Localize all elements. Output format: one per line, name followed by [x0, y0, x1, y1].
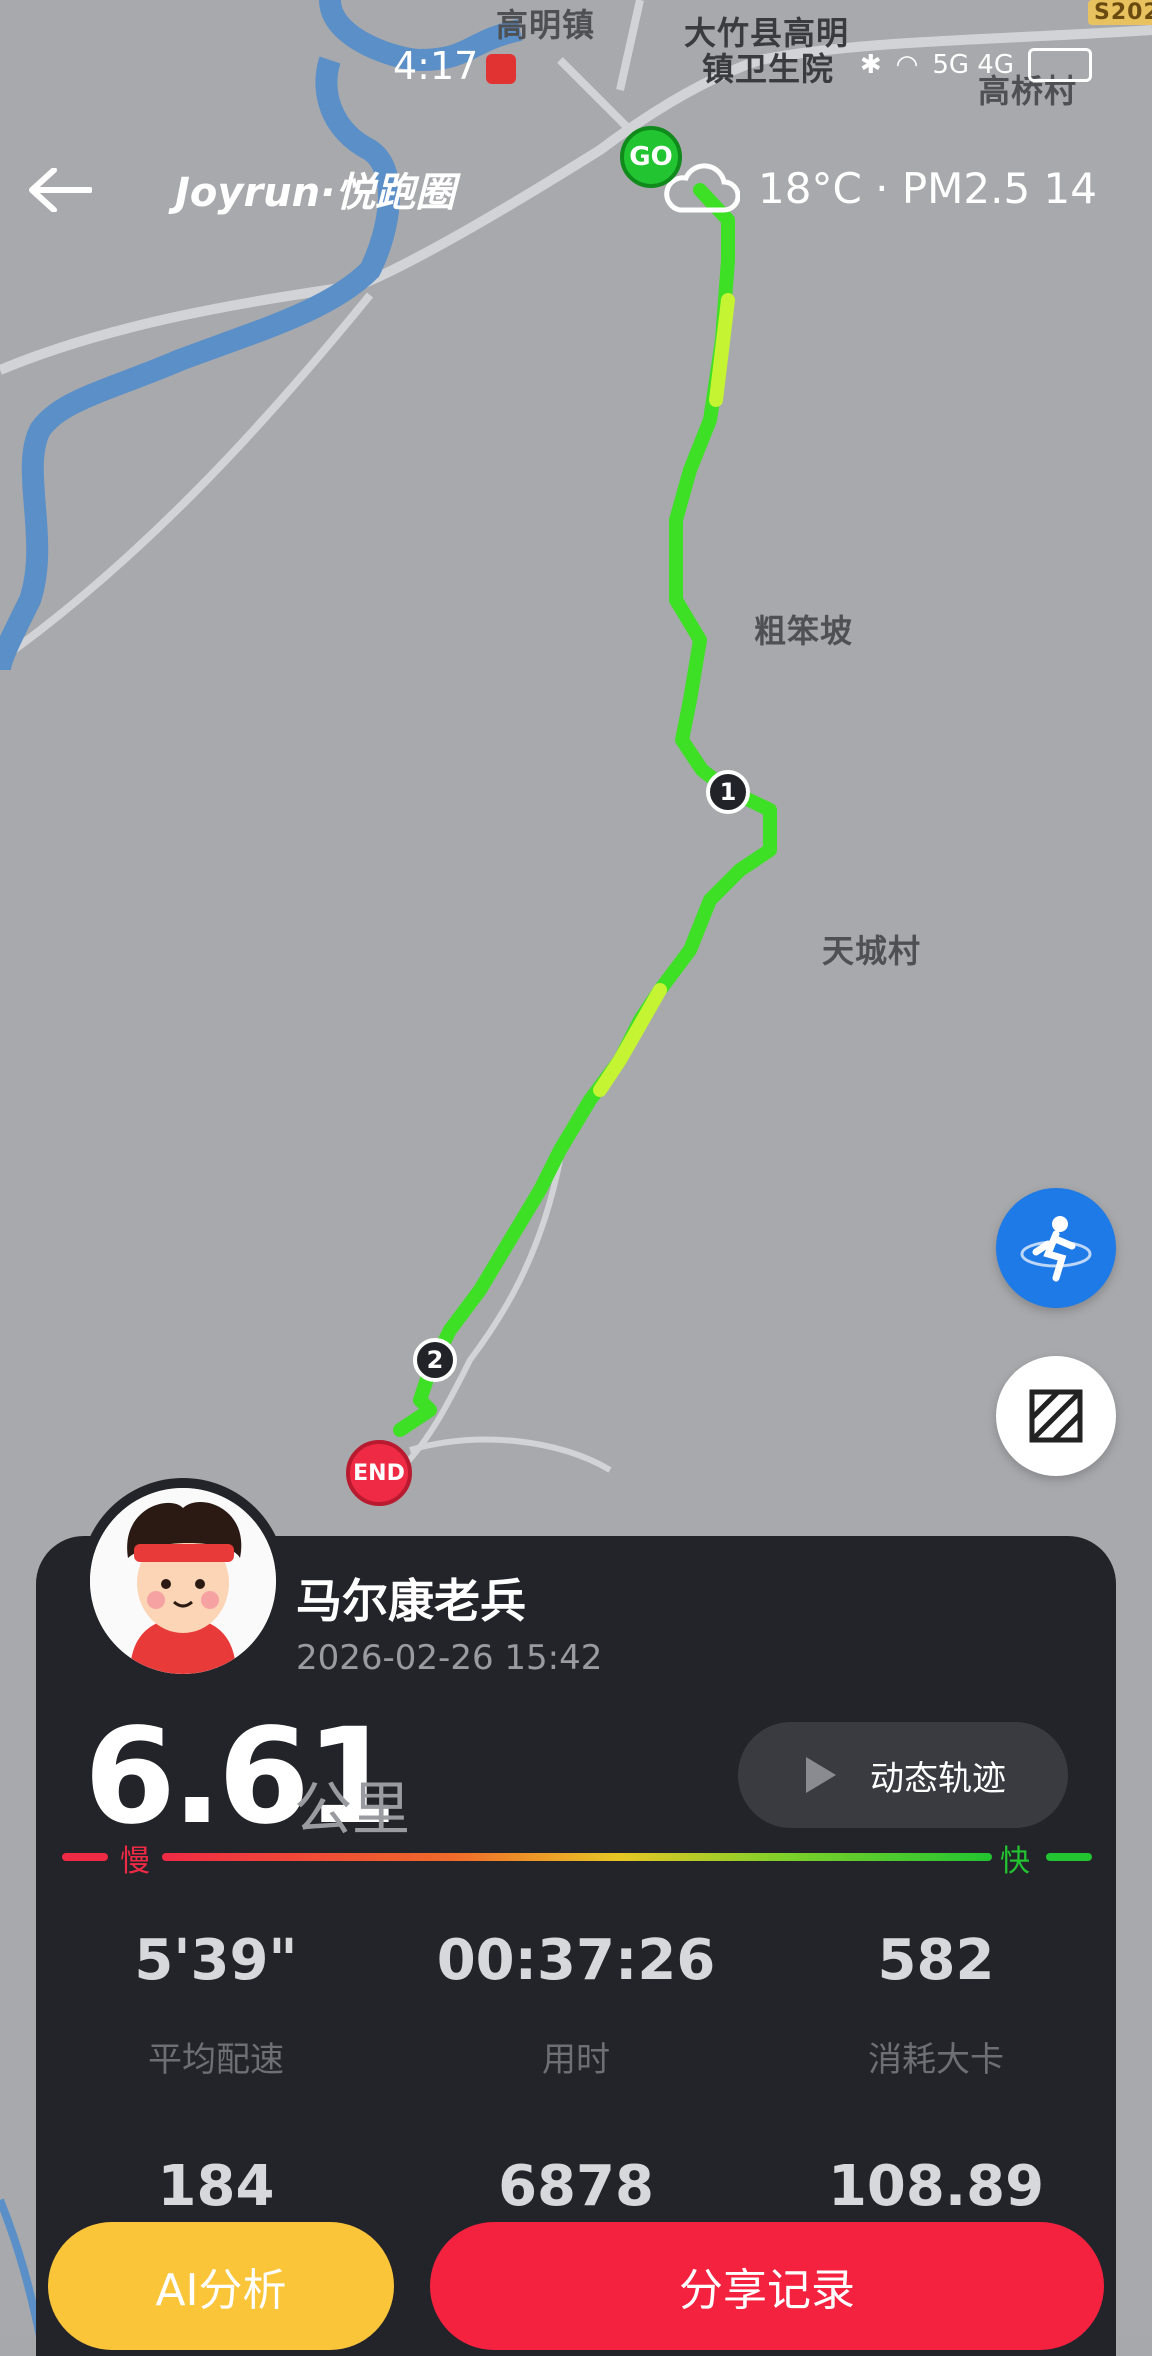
distance-unit: 公里: [294, 1775, 411, 1843]
run-mode-button[interactable]: [996, 1188, 1116, 1308]
bluetooth-icon: ✱: [859, 50, 882, 80]
map-label-road: S202: [1088, 0, 1152, 25]
status-time: 4:17: [393, 44, 479, 88]
network-icon: 5G 4G: [932, 50, 1014, 80]
km-marker-2: 2: [413, 1338, 457, 1382]
calories-label: 消耗大卡: [868, 2040, 1004, 2080]
map-label-hospital-2: 镇卫生院: [702, 50, 835, 88]
share-record-button[interactable]: 分享记录: [430, 2222, 1104, 2350]
pace-gradient-bar: [62, 1853, 1092, 1861]
status-icons: ✱ ◠ 5G 4G: [860, 48, 1092, 82]
weather-info: 18°C · PM2.5 14: [660, 160, 1097, 216]
fit-route-button[interactable]: [996, 1356, 1116, 1476]
replay-track-button[interactable]: 动态轨迹: [738, 1722, 1068, 1828]
map-label-town: 高明镇: [496, 6, 596, 44]
pace-slow-label: 慢: [120, 1844, 150, 1879]
avatar[interactable]: [80, 1478, 286, 1684]
map-label-slope: 粗笨坡: [754, 612, 854, 650]
map-label-village-2: 天城村: [822, 932, 922, 970]
avatar-illustration: [90, 1488, 276, 1674]
stat-value-4: 184: [157, 2154, 275, 2219]
user-name: 马尔康老兵: [296, 1574, 526, 1628]
notification-icon: [486, 54, 516, 84]
replay-track-label: 动态轨迹: [870, 1758, 1006, 1799]
play-icon: [806, 1757, 836, 1793]
end-marker: END: [346, 1440, 412, 1506]
pace-fast-label: 快: [1000, 1844, 1030, 1879]
back-button[interactable]: [20, 150, 100, 230]
avg-pace-label: 平均配速: [148, 2040, 284, 2080]
app-logo: Joyrun·悦跑圈: [175, 170, 456, 216]
start-marker: GO: [620, 126, 682, 188]
battery-icon: [1028, 48, 1092, 82]
calories-value: 582: [877, 1928, 995, 1993]
wifi-icon: ◠: [895, 50, 919, 80]
stat-value-5: 6878: [498, 2154, 654, 2219]
km-marker-1: 1: [706, 770, 750, 814]
avg-pace-value: 5'39": [134, 1928, 298, 1993]
back-arrow-icon: [29, 168, 92, 212]
duration-value: 00:37:26: [436, 1928, 716, 1993]
duration-label: 用时: [542, 2040, 610, 2080]
crop-icon: [1029, 1389, 1083, 1443]
runner-icon: [1020, 1216, 1092, 1282]
stat-value-6: 108.89: [827, 2154, 1045, 2219]
run-datetime: 2026-02-26 15:42: [296, 1638, 603, 1678]
weather-text: 18°C · PM2.5 14: [758, 163, 1097, 213]
ai-analysis-button[interactable]: AI分析: [48, 2222, 394, 2350]
